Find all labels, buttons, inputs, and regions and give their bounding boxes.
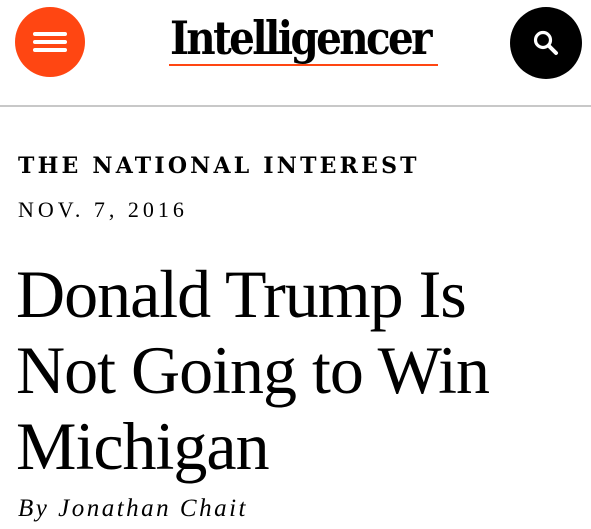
logo-underline	[169, 64, 438, 66]
site-header: Intelligencer	[0, 0, 591, 107]
article-headline: Donald Trump Is Not Going to Win Michiga…	[16, 256, 490, 484]
article-kicker[interactable]: THE NATIONAL INTEREST	[18, 151, 420, 181]
search-button[interactable]	[510, 7, 582, 79]
article-date: NOV. 7, 2016	[18, 197, 188, 222]
article-byline[interactable]: By Jonathan Chait	[18, 494, 248, 524]
hamburger-menu-icon	[33, 32, 67, 36]
search-icon	[533, 30, 558, 55]
site-logo[interactable]: Intelligencer	[170, 10, 433, 66]
menu-button[interactable]	[15, 7, 85, 77]
